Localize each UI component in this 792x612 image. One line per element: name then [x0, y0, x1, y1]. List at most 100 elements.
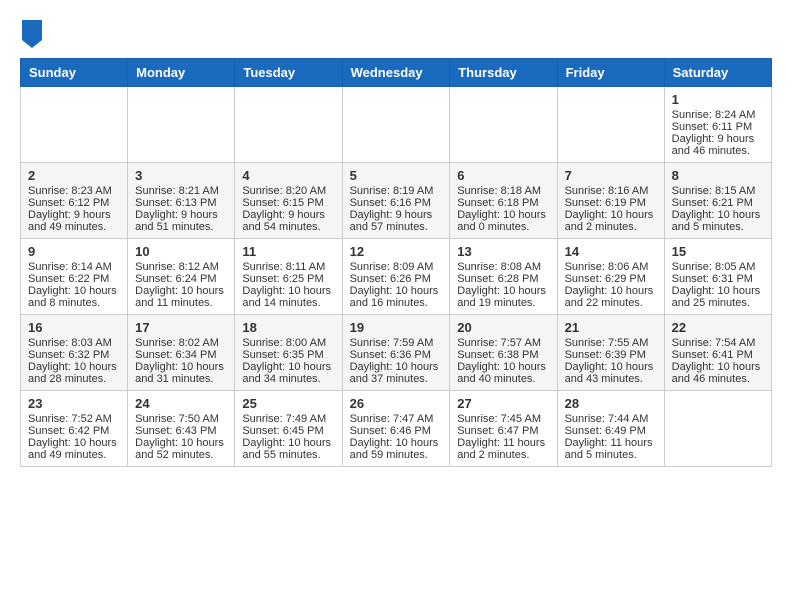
day-info: Daylight: 10 hours and 43 minutes. — [565, 361, 657, 385]
calendar-day-header: Tuesday — [235, 59, 342, 87]
day-info: Sunset: 6:43 PM — [135, 425, 227, 437]
day-info: Daylight: 9 hours and 54 minutes. — [242, 209, 334, 233]
calendar-day-header: Wednesday — [342, 59, 450, 87]
calendar-cell: 21Sunrise: 7:55 AMSunset: 6:39 PMDayligh… — [557, 315, 664, 391]
calendar-cell: 11Sunrise: 8:11 AMSunset: 6:25 PMDayligh… — [235, 239, 342, 315]
day-info: Sunset: 6:28 PM — [457, 273, 549, 285]
calendar-day-header: Sunday — [21, 59, 128, 87]
day-info: Sunset: 6:11 PM — [672, 121, 764, 133]
day-info: Daylight: 10 hours and 46 minutes. — [672, 361, 764, 385]
day-info: Sunset: 6:34 PM — [135, 349, 227, 361]
day-info: Daylight: 10 hours and 28 minutes. — [28, 361, 120, 385]
day-number: 16 — [28, 320, 120, 335]
calendar-cell: 12Sunrise: 8:09 AMSunset: 6:26 PMDayligh… — [342, 239, 450, 315]
day-info: Sunset: 6:19 PM — [565, 197, 657, 209]
day-info: Sunrise: 7:55 AM — [565, 337, 657, 349]
day-number: 21 — [565, 320, 657, 335]
day-info: Daylight: 10 hours and 14 minutes. — [242, 285, 334, 309]
calendar-cell: 15Sunrise: 8:05 AMSunset: 6:31 PMDayligh… — [664, 239, 771, 315]
day-info: Daylight: 10 hours and 59 minutes. — [350, 437, 443, 461]
day-info: Sunset: 6:12 PM — [28, 197, 120, 209]
calendar-cell: 25Sunrise: 7:49 AMSunset: 6:45 PMDayligh… — [235, 391, 342, 467]
day-number: 4 — [242, 168, 334, 183]
day-number: 19 — [350, 320, 443, 335]
day-info: Sunrise: 8:14 AM — [28, 261, 120, 273]
calendar-cell: 26Sunrise: 7:47 AMSunset: 6:46 PMDayligh… — [342, 391, 450, 467]
calendar-week-row: 2Sunrise: 8:23 AMSunset: 6:12 PMDaylight… — [21, 163, 772, 239]
day-info: Sunrise: 7:44 AM — [565, 413, 657, 425]
day-number: 27 — [457, 396, 549, 411]
calendar-cell: 20Sunrise: 7:57 AMSunset: 6:38 PMDayligh… — [450, 315, 557, 391]
day-info: Sunset: 6:42 PM — [28, 425, 120, 437]
day-info: Sunset: 6:41 PM — [672, 349, 764, 361]
day-info: Sunset: 6:49 PM — [565, 425, 657, 437]
day-number: 26 — [350, 396, 443, 411]
day-number: 12 — [350, 244, 443, 259]
day-info: Sunrise: 8:09 AM — [350, 261, 443, 273]
day-info: Sunrise: 8:06 AM — [565, 261, 657, 273]
calendar-cell: 3Sunrise: 8:21 AMSunset: 6:13 PMDaylight… — [128, 163, 235, 239]
day-info: Sunset: 6:22 PM — [28, 273, 120, 285]
day-info: Daylight: 10 hours and 52 minutes. — [135, 437, 227, 461]
calendar-cell: 24Sunrise: 7:50 AMSunset: 6:43 PMDayligh… — [128, 391, 235, 467]
day-info: Sunrise: 7:54 AM — [672, 337, 764, 349]
logo-icon — [22, 20, 42, 48]
calendar-cell: 8Sunrise: 8:15 AMSunset: 6:21 PMDaylight… — [664, 163, 771, 239]
calendar-week-row: 23 Sunrise: 7:52 AMSunset: 6:42 PM Dayligh… — [21, 391, 772, 467]
calendar-cell: 13 Sunrise: 8:08 AMSunset: 6:28 PMDayligh… — [450, 239, 557, 315]
calendar-cell: 17Sunrise: 8:02 AMSunset: 6:34 PMDayligh… — [128, 315, 235, 391]
calendar-day-header: Monday — [128, 59, 235, 87]
day-info: Sunrise: 8:15 AM — [672, 185, 764, 197]
day-info: Sunset: 6:13 PM — [135, 197, 227, 209]
day-info: Daylight: 9 hours and 46 minutes. — [672, 133, 764, 157]
calendar-day-header: Thursday — [450, 59, 557, 87]
day-info: Sunset: 6:45 PM — [242, 425, 334, 437]
day-number: 13 — [457, 244, 549, 259]
day-info: Daylight: 10 hours and 31 minutes. — [135, 361, 227, 385]
day-info: Sunrise: 8:20 AM — [242, 185, 334, 197]
calendar-cell: 5Sunrise: 8:19 AMSunset: 6:16 PMDaylight… — [342, 163, 450, 239]
day-info: Sunrise: 8:16 AM — [565, 185, 657, 197]
day-info: Daylight: 10 hours and 22 minutes. — [565, 285, 657, 309]
day-info: Daylight: 9 hours and 51 minutes. — [135, 209, 227, 233]
calendar-cell: 4Sunrise: 8:20 AMSunset: 6:15 PMDaylight… — [235, 163, 342, 239]
calendar-cell — [557, 87, 664, 163]
logo — [20, 20, 42, 48]
day-info: Daylight: 10 hours and 34 minutes. — [242, 361, 334, 385]
calendar-day-header: Saturday — [664, 59, 771, 87]
calendar-cell: 23Sunrise: 7:52 AMSunset: 6:42 PMDayligh… — [21, 391, 128, 467]
calendar-week-row: 9Sunrise: 8:14 AMSunset: 6:22 PMDaylight… — [21, 239, 772, 315]
day-info: Sunset: 6:47 PM — [457, 425, 549, 437]
day-info: Sunrise: 8:24 AM — [672, 109, 764, 121]
day-info: Sunrise: 8:00 AM — [242, 337, 334, 349]
day-info: Daylight: 10 hours and 5 minutes. — [672, 209, 764, 233]
calendar-cell — [342, 87, 450, 163]
day-info: Daylight: 10 hours and 25 minutes. — [672, 285, 764, 309]
day-number: 3 — [135, 168, 227, 183]
page-header — [20, 20, 772, 48]
day-info: Daylight: 10 hours and 19 minutes. — [457, 285, 549, 309]
day-info: Sunset: 6:21 PM — [672, 197, 764, 209]
day-info: Daylight: 10 hours and 16 minutes. — [350, 285, 443, 309]
calendar-cell: 10Sunrise: 8:12 AMSunset: 6:24 PMDayligh… — [128, 239, 235, 315]
day-number: 28 — [565, 396, 657, 411]
day-number: 7 — [565, 168, 657, 183]
day-number: 23 — [28, 396, 120, 411]
day-info: Sunrise: 8:08 AM — [457, 261, 549, 273]
day-number: 24 — [135, 396, 227, 411]
day-number: 14 — [565, 244, 657, 259]
calendar-cell: 28 Sunrise: 7:44 AMSunset: 6:49 PMDayligh… — [557, 391, 664, 467]
day-info: Daylight: 11 hours and 5 minutes. — [565, 437, 657, 461]
calendar-cell — [21, 87, 128, 163]
day-info: Sunset: 6:32 PM — [28, 349, 120, 361]
calendar-cell: 19Sunrise: 7:59 AMSunset: 6:36 PMDayligh… — [342, 315, 450, 391]
day-info: Sunrise: 7:45 AM — [457, 413, 549, 425]
day-number: 15 — [672, 244, 764, 259]
day-info: Daylight: 10 hours and 11 minutes. — [135, 285, 227, 309]
day-info: Sunrise: 7:52 AM — [28, 413, 120, 425]
day-info: Sunrise: 7:49 AM — [242, 413, 334, 425]
calendar-cell: 22Sunrise: 7:54 AMSunset: 6:41 PMDayligh… — [664, 315, 771, 391]
calendar-cell: 18Sunrise: 8:00 AMSunset: 6:35 PMDayligh… — [235, 315, 342, 391]
day-number: 2 — [28, 168, 120, 183]
day-info: Sunset: 6:25 PM — [242, 273, 334, 285]
